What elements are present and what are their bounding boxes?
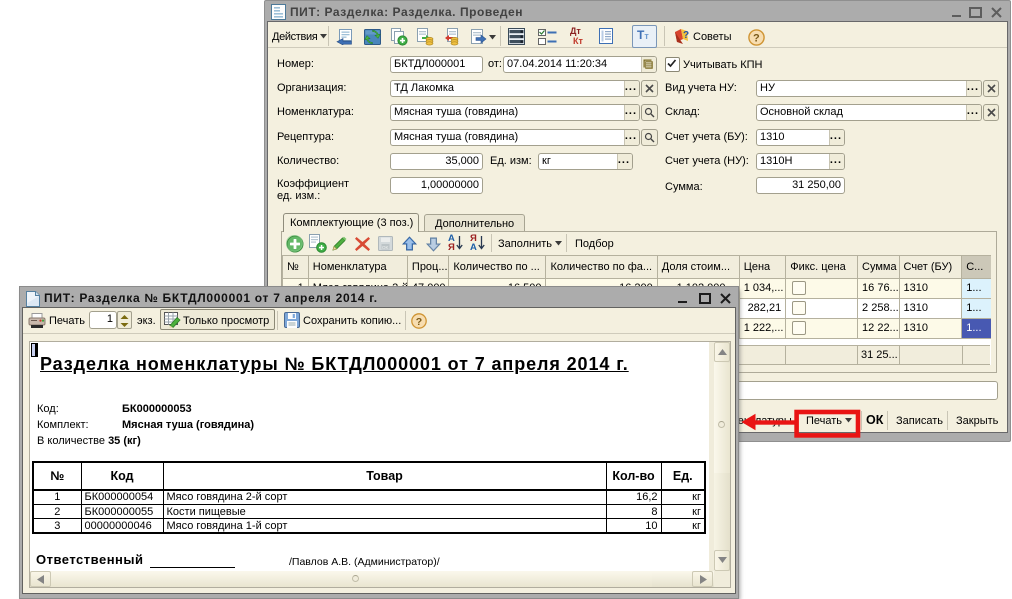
svg-text:OK: OK — [382, 245, 389, 250]
svg-text:?: ? — [683, 30, 689, 41]
svg-text:?: ? — [753, 33, 760, 45]
svg-text:?: ? — [416, 316, 422, 328]
